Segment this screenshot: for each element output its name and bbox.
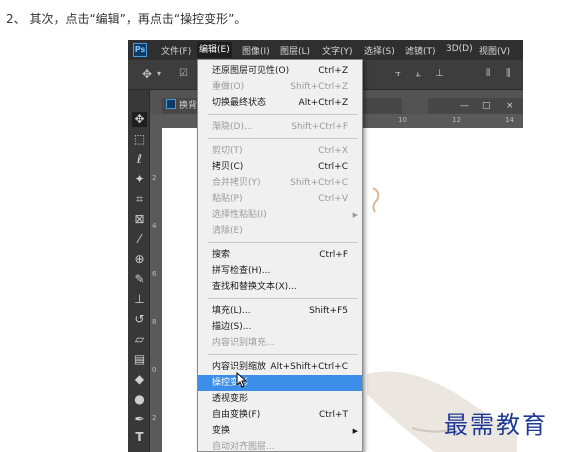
menu-filter[interactable]: 滤镜(T): [405, 44, 436, 57]
menu-item-fade[interactable]: 渐隐(D)... Shift+Ctrl+F: [198, 119, 362, 135]
close-icon[interactable]: ×: [506, 98, 514, 114]
type-tool-icon[interactable]: T: [132, 430, 147, 445]
chevron-down-icon[interactable]: ▾: [157, 69, 161, 78]
ruler-tick: 4: [152, 222, 157, 230]
ruler-tick: 12: [452, 116, 461, 124]
submenu-arrow-icon: ▶: [352, 427, 358, 435]
document-tab-title: 换背: [179, 101, 198, 111]
move-tool-icon[interactable]: ✥: [142, 67, 152, 81]
menu-item-content-aware-scale[interactable]: 内容识别缩放 Alt+Shift+Ctrl+C: [198, 359, 362, 375]
ruler-tick: 6: [152, 270, 157, 278]
tools-panel: ✥ ⬚ ℓ ✦ ⌗ ⊠ ⁄ ⊕ ✎ ⊥ ↺ ▱ ▤ ◆ ● ✒ T: [128, 90, 150, 452]
ruler-tick: 2: [152, 174, 157, 182]
dodge-tool-icon[interactable]: ●: [132, 392, 147, 407]
menu-type[interactable]: 文字(Y): [322, 44, 353, 57]
ruler-tick: 14: [505, 116, 514, 124]
menu-bar: Ps 文件(F) 编辑(E) 图像(I) 图层(L) 文字(Y) 选择(S) 滤…: [128, 40, 523, 60]
crop-tool-icon[interactable]: ⌗: [132, 192, 147, 207]
instruction-text: 2、 其次，点击“编辑”，再点击“操控变形”。: [6, 12, 247, 26]
brush-tool-icon[interactable]: ✎: [132, 272, 147, 287]
photoshop-logo: Ps: [133, 43, 147, 57]
eraser-tool-icon[interactable]: ▱: [132, 332, 147, 347]
menu-item-search[interactable]: 搜索 Ctrl+F: [198, 247, 362, 263]
menu-item-undo[interactable]: 还原图层可见性(O) Ctrl+Z: [198, 63, 362, 79]
marquee-tool-icon[interactable]: ⬚: [132, 132, 147, 147]
menu-separator: [208, 114, 358, 115]
minimize-icon[interactable]: —: [460, 98, 469, 114]
healing-brush-icon[interactable]: ⊕: [132, 252, 147, 267]
menu-item-clear[interactable]: 清除(E): [198, 223, 362, 239]
watermark-text: 最需教育: [444, 411, 548, 439]
menu-item-fill[interactable]: 填充(L)... Shift+F5: [198, 303, 362, 319]
mouse-cursor-icon: [236, 372, 248, 388]
menu-file[interactable]: 文件(F): [161, 44, 191, 57]
vertical-ruler: 2 4 6 8 0 2: [150, 114, 162, 452]
distribute-vertical-icon[interactable]: ⫼: [506, 68, 511, 79]
align-top-icon[interactable]: ⫟: [395, 68, 401, 79]
menu-3d[interactable]: 3D(D): [446, 44, 473, 54]
menu-item-content-aware-fill[interactable]: 内容识别填充...: [198, 335, 362, 351]
menu-separator: [208, 298, 358, 299]
document-controls: — □ ×: [428, 98, 523, 114]
menu-item-auto-align-layers[interactable]: 自动对齐图层...: [198, 439, 362, 451]
ruler-tick: 8: [152, 318, 157, 326]
menu-select[interactable]: 选择(S): [364, 44, 395, 57]
align-middle-icon[interactable]: ⫠: [415, 68, 421, 79]
menu-separator: [208, 138, 358, 139]
pen-tool-icon[interactable]: ✒: [132, 412, 147, 427]
menu-image[interactable]: 图像(I): [242, 44, 270, 57]
menu-item-copy[interactable]: 拷贝(C) Ctrl+C: [198, 159, 362, 175]
menu-view[interactable]: 视图(V): [479, 44, 510, 57]
menu-item-toggle-last-state[interactable]: 切换最终状态 Alt+Ctrl+Z: [198, 95, 362, 111]
menu-item-copy-merged[interactable]: 合并拷贝(Y) Shift+Ctrl+C: [198, 175, 362, 191]
menu-item-transform[interactable]: 变换 ▶: [198, 423, 362, 439]
menu-item-find-replace[interactable]: 查找和替换文本(X)...: [198, 279, 362, 295]
menu-item-paste[interactable]: 粘贴(P) Ctrl+V: [198, 191, 362, 207]
menu-item-redo[interactable]: 重做(O) Shift+Ctrl+Z: [198, 79, 362, 95]
maximize-icon[interactable]: □: [482, 98, 491, 114]
ruler-tick: 10: [398, 116, 407, 124]
align-bottom-icon[interactable]: ⊥: [435, 68, 444, 79]
menu-item-free-transform[interactable]: 自由变换(F) Ctrl+T: [198, 407, 362, 423]
menu-separator: [208, 354, 358, 355]
eyedropper-icon[interactable]: ⁄: [132, 232, 147, 247]
menu-item-check-spelling[interactable]: 拼写检查(H)...: [198, 263, 362, 279]
auto-select-checkbox-icon[interactable]: ☑: [179, 68, 188, 79]
frame-tool-icon[interactable]: ⊠: [132, 212, 147, 227]
lasso-tool-icon[interactable]: ℓ: [132, 152, 147, 167]
menu-item-puppet-warp[interactable]: 操控变形: [198, 375, 362, 391]
distribute-icon[interactable]: ⫴: [486, 68, 490, 79]
blur-tool-icon[interactable]: ◆: [132, 372, 147, 387]
menu-item-cut[interactable]: 剪切(T) Ctrl+X: [198, 143, 362, 159]
magic-wand-icon[interactable]: ✦: [132, 172, 147, 187]
edit-menu-dropdown: 还原图层可见性(O) Ctrl+Z 重做(O) Shift+Ctrl+Z 切换最终状…: [197, 59, 363, 452]
move-tool-icon[interactable]: ✥: [132, 112, 147, 127]
photoshop-window: Ps 文件(F) 编辑(E) 图像(I) 图层(L) 文字(Y) 选择(S) 滤…: [128, 40, 523, 452]
menu-separator: [208, 242, 358, 243]
ruler-tick: 2: [152, 414, 157, 422]
menu-edit[interactable]: 编辑(E): [197, 42, 232, 58]
history-brush-icon[interactable]: ↺: [132, 312, 147, 327]
stamp-tool-icon[interactable]: ⊥: [132, 292, 147, 307]
ruler-tick: 0: [152, 366, 157, 374]
menu-item-perspective-warp[interactable]: 透视变形: [198, 391, 362, 407]
submenu-arrow-icon: ▶: [352, 211, 358, 219]
gradient-tool-icon[interactable]: ▤: [132, 352, 147, 367]
menu-item-stroke[interactable]: 描边(S)...: [198, 319, 362, 335]
menu-item-paste-special[interactable]: 选择性粘贴(I) ▶: [198, 207, 362, 223]
menu-layer[interactable]: 图层(L): [280, 44, 310, 57]
document-icon: [166, 99, 176, 109]
